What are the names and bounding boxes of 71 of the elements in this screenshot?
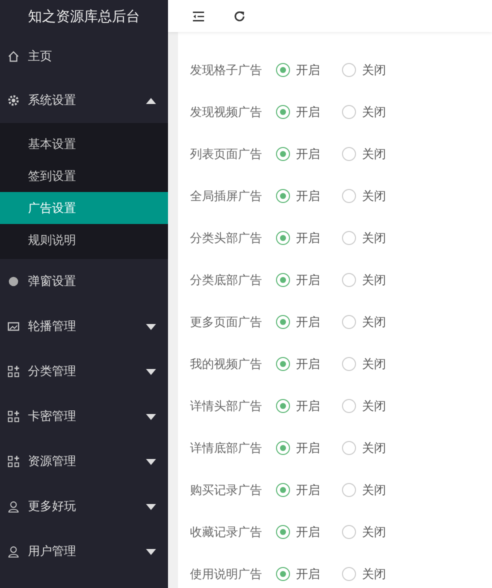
- setting-label: 使用说明广告: [189, 566, 262, 582]
- grid-icon: [7, 365, 20, 378]
- setting-label: 我的视频广告: [189, 356, 262, 372]
- caret-icon: [146, 324, 156, 330]
- radio-option[interactable]: 关闭: [342, 524, 408, 540]
- radio-option[interactable]: 关闭: [342, 482, 408, 498]
- submenu-item[interactable]: 规则说明: [0, 224, 168, 256]
- setting-label: 收藏记录广告: [189, 524, 262, 540]
- sidebar-item[interactable]: 系统设置: [0, 78, 168, 123]
- radio-option[interactable]: 开启: [276, 104, 342, 120]
- radio-option[interactable]: 关闭: [342, 104, 408, 120]
- setting-label: 全局插屏广告: [189, 188, 262, 204]
- radio-option[interactable]: 开启: [276, 230, 342, 246]
- setting-label: 详情底部广告: [189, 440, 262, 456]
- submenu-item[interactable]: 基本设置: [0, 128, 168, 160]
- radio-option[interactable]: 开启: [276, 482, 342, 498]
- sidebar-item[interactable]: 弹窗设置: [0, 259, 168, 304]
- setting-label: 发现格子广告: [189, 62, 262, 78]
- radio-option[interactable]: 开启: [276, 188, 342, 204]
- caret-icon: [146, 368, 156, 374]
- setting-label: 分类头部广告: [189, 230, 262, 246]
- app-title: 知之资源库总后台: [28, 8, 140, 26]
- radio-option[interactable]: 开启: [276, 356, 342, 372]
- sidebar-item[interactable]: 分类管理: [0, 349, 168, 394]
- radio-option[interactable]: 关闭: [342, 356, 408, 372]
- gear-icon: [7, 94, 20, 107]
- radio-option[interactable]: 开启: [276, 398, 342, 414]
- user-icon: [7, 500, 20, 513]
- caret-icon: [146, 414, 156, 420]
- sidebar-item[interactable]: 主页: [0, 34, 168, 78]
- radio-option[interactable]: 开启: [276, 146, 342, 162]
- radio-option[interactable]: 关闭: [342, 566, 408, 582]
- radio-option[interactable]: 开启: [276, 524, 342, 540]
- submenu-item[interactable]: 签到设置: [0, 160, 168, 192]
- setting-label: 更多页面广告: [189, 314, 262, 330]
- setting-label: 发现视频广告: [189, 104, 262, 120]
- setting-label: 购买记录广告: [189, 482, 262, 498]
- sidebar-item[interactable]: 更多好玩: [0, 484, 168, 529]
- radio-option[interactable]: 开启: [276, 440, 342, 456]
- refresh-icon[interactable]: [233, 10, 246, 22]
- radio-option[interactable]: 开启: [276, 62, 342, 78]
- setting-label: 列表页面广告: [189, 146, 262, 162]
- radio-option[interactable]: 关闭: [342, 146, 408, 162]
- user-icon: [7, 545, 20, 558]
- setting-label: 分类底部广告: [189, 272, 262, 288]
- submenu-item[interactable]: 广告设置: [0, 192, 168, 224]
- radio-option[interactable]: 关闭: [342, 398, 408, 414]
- grid-icon: [7, 455, 20, 468]
- dot-icon: [7, 275, 20, 288]
- image-icon: [7, 320, 20, 333]
- radio-option[interactable]: 关闭: [342, 62, 408, 78]
- radio-option[interactable]: 关闭: [342, 230, 408, 246]
- caret-icon: [146, 504, 156, 510]
- radio-option[interactable]: 开启: [276, 272, 342, 288]
- caret-icon: [146, 548, 156, 554]
- radio-option[interactable]: 关闭: [342, 188, 408, 204]
- radio-option[interactable]: 关闭: [342, 314, 408, 330]
- radio-option[interactable]: 关闭: [342, 440, 408, 456]
- sidebar-item[interactable]: 卡密管理: [0, 394, 168, 439]
- menu-icon[interactable]: [192, 10, 205, 22]
- caret-icon: [146, 458, 156, 464]
- caret-icon: [146, 98, 156, 104]
- setting-label: 详情头部广告: [189, 398, 262, 414]
- radio-option[interactable]: 关闭: [342, 272, 408, 288]
- sidebar-item[interactable]: 轮播管理: [0, 304, 168, 349]
- sidebar-item[interactable]: 用户管理: [0, 529, 168, 574]
- radio-option[interactable]: 开启: [276, 566, 342, 582]
- sidebar-item[interactable]: 资源管理: [0, 439, 168, 484]
- radio-option[interactable]: 开启: [276, 314, 342, 330]
- home-icon: [7, 50, 20, 62]
- grid-icon: [7, 410, 20, 423]
